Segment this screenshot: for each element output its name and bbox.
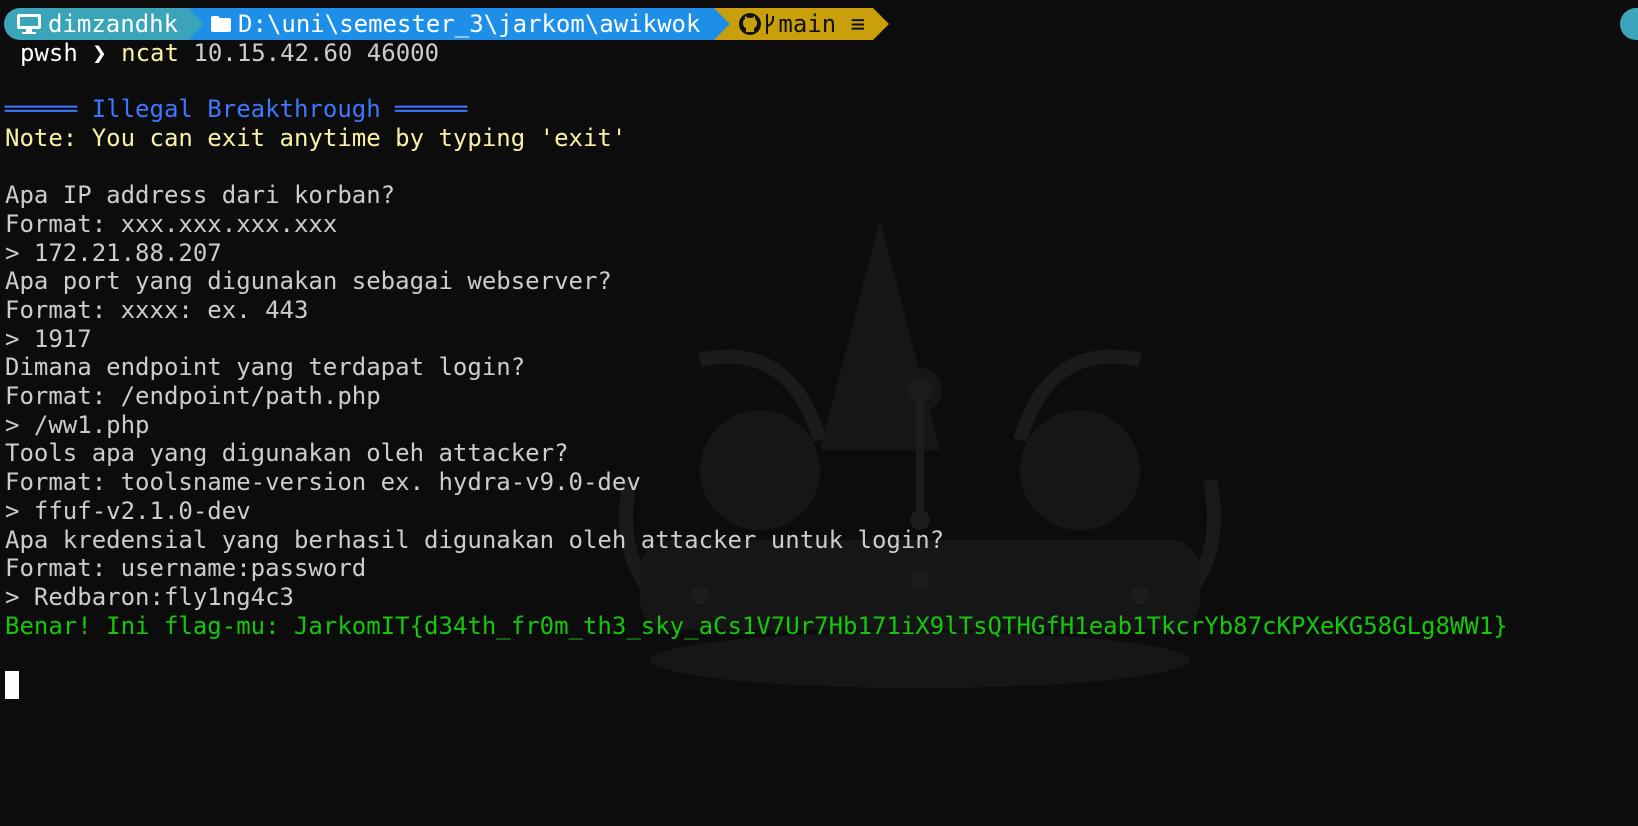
prompt-path: D:\uni\semester_3\jarkom\awikwok xyxy=(238,10,701,38)
command-args: 10.15.42.60 46000 xyxy=(178,39,440,67)
folder-icon xyxy=(210,15,232,33)
github-icon xyxy=(738,12,762,36)
right-prompt-segment xyxy=(1620,8,1638,40)
banner-title: ═════ Illegal Breakthrough ═════ xyxy=(5,95,468,123)
answer-line: > Redbaron:fly1ng4c3 xyxy=(5,583,294,611)
format-line: Format: xxx.xxx.xxx.xxx xyxy=(5,210,338,238)
segment-separator xyxy=(714,8,731,40)
chevron-right-icon: ❯ xyxy=(92,39,107,67)
segment-separator xyxy=(873,8,890,40)
question-line: Apa port yang digunakan sebagai webserve… xyxy=(5,267,612,295)
command-line: pwsh ❯ ncat 10.15.42.60 46000 xyxy=(20,38,439,68)
question-line: Tools apa yang digunakan oleh attacker? xyxy=(5,439,569,467)
prompt-user-segment: dimzandhk xyxy=(4,8,205,40)
prompt-bar: dimzandhk D:\uni\semester_3\jarkom\awikw… xyxy=(4,8,890,40)
format-line: Format: username:password xyxy=(5,554,367,582)
command-program: ncat xyxy=(121,39,179,67)
answer-line: > 1917 xyxy=(5,325,92,353)
question-line: Apa kredensial yang berhasil digunakan o… xyxy=(5,526,945,554)
prompt-git-segment: main ≡ xyxy=(714,8,890,40)
monitor-icon xyxy=(16,13,42,35)
note-line: Note: You can exit anytime by typing 'ex… xyxy=(5,124,627,152)
format-line: Format: /endpoint/path.php xyxy=(5,382,381,410)
answer-line: > 172.21.88.207 xyxy=(5,239,222,267)
segment-separator xyxy=(188,8,205,40)
terminal-cursor[interactable] xyxy=(5,671,19,699)
prompt-user: dimzandhk xyxy=(48,10,179,38)
shell-name: pwsh xyxy=(20,39,78,67)
question-line: Apa IP address dari korban? xyxy=(5,181,396,209)
prompt-path-segment: D:\uni\semester_3\jarkom\awikwok xyxy=(188,8,731,40)
format-line: Format: toolsname-version ex. hydra-v9.0… xyxy=(5,468,641,496)
answer-line: > /ww1.php xyxy=(5,411,150,439)
git-branch-icon xyxy=(764,12,776,36)
question-line: Dimana endpoint yang terdapat login? xyxy=(5,353,526,381)
answer-line: > ffuf-v2.1.0-dev xyxy=(5,497,251,525)
prompt-branch: main ≡ xyxy=(778,10,866,38)
flag-result-line: Benar! Ini flag-mu: JarkomIT{d34th_fr0m_… xyxy=(5,612,1508,640)
format-line: Format: xxxx: ex. 443 xyxy=(5,296,309,324)
